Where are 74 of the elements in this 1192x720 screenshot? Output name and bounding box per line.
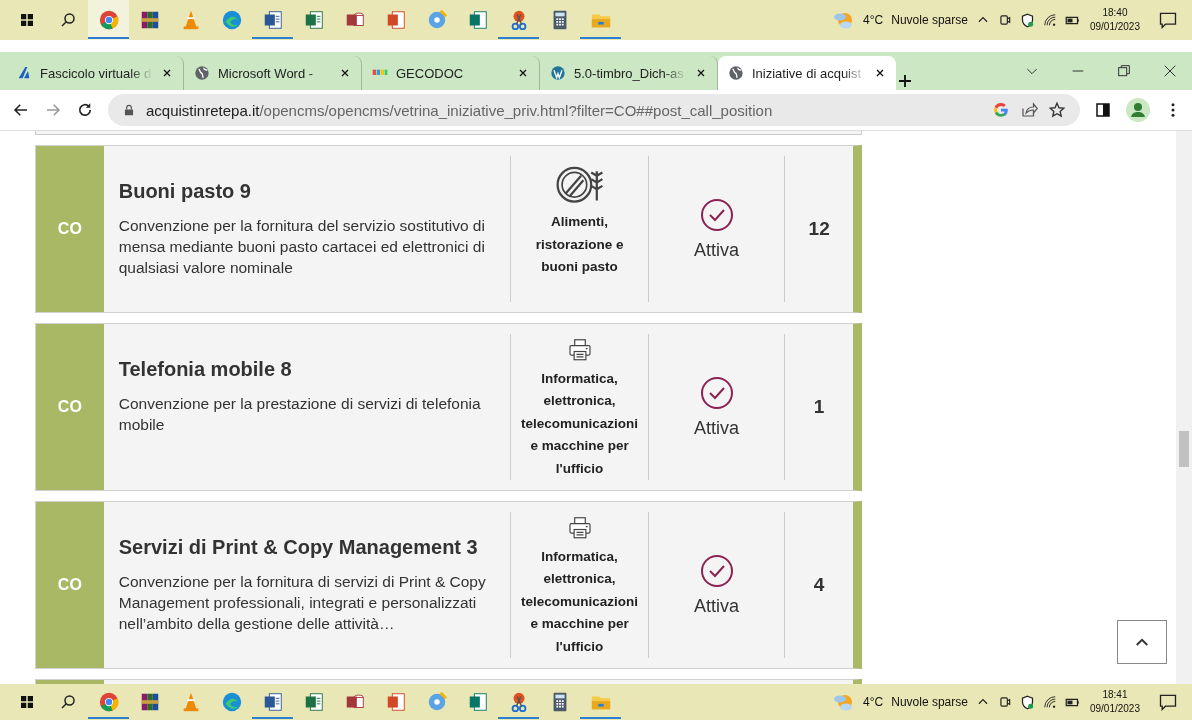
- lock-icon[interactable]: [122, 103, 136, 117]
- status-label: Attiva: [694, 595, 740, 617]
- close-icon[interactable]: [517, 67, 529, 79]
- temperature-text: 4°C: [863, 695, 884, 709]
- initiative-description: Convenzione per la prestazione di servizi di telefonia mobile: [118, 394, 482, 435]
- type-code: CO: [36, 324, 104, 490]
- shield-icon[interactable]: [1019, 12, 1035, 28]
- category-label: Informatica, elettronica, telecomunicazioni e macchine per l'ufficio: [520, 547, 640, 656]
- address-bar[interactable]: acquistinretepa.it/opencms/opencms/vetrina_iniziative_priv.html?filter=CO##post_call_position: [108, 94, 1080, 126]
- wordpress-logo-icon[interactable]: [550, 65, 566, 81]
- webcam-icon[interactable]: [997, 695, 1012, 709]
- new-tab-icon[interactable]: [896, 72, 914, 90]
- swoosh-logo-icon[interactable]: [16, 65, 32, 81]
- weather-text: Nuvole sparse: [891, 13, 968, 27]
- close-icon[interactable]: [695, 67, 707, 79]
- initiative-title[interactable]: Telefonia mobile 8: [118, 358, 497, 381]
- browser-tab[interactable]: Iniziative di acquist: [718, 56, 896, 90]
- date-text: 09/01/2023: [1089, 702, 1140, 716]
- wave-icon[interactable]: [220, 691, 243, 713]
- count-value: 4: [813, 574, 825, 596]
- check-circle-icon: [699, 375, 734, 410]
- wifi-icon[interactable]: [1042, 695, 1057, 709]
- wave-icon[interactable]: [220, 9, 243, 31]
- forward-arrow-icon[interactable]: [44, 101, 62, 119]
- taskbar-app[interactable]: [88, 0, 129, 40]
- side-panel-icon[interactable]: [1094, 101, 1112, 119]
- category-label: Alimenti, ristorazione e buoni pasto: [534, 213, 625, 276]
- status-label: Attiva: [694, 239, 740, 261]
- date-text: 09/01/2023: [1089, 20, 1140, 34]
- time-text: 18:40: [1102, 6, 1128, 20]
- wifi-icon[interactable]: [1042, 13, 1057, 27]
- time-text: 18:41: [1102, 688, 1128, 702]
- initiative-description: Convenzione per la fornitura di servizi di Print & Copy Management professionali, integrati e personalizzati nell’ambito della gestione delle attività…: [118, 572, 487, 634]
- scrollbar[interactable]: [1176, 131, 1192, 684]
- category-label: Informatica, elettronica, telecomunicazioni e macchine per l'ufficio: [520, 369, 640, 478]
- close-icon[interactable]: [874, 67, 886, 79]
- tab-title: Microsoft Word -: [218, 65, 315, 81]
- globe-icon[interactable]: [194, 65, 210, 81]
- clock[interactable]: 18:41 09/01/2023: [1089, 688, 1140, 716]
- temperature-text: 4°C: [863, 13, 884, 27]
- share-icon[interactable]: [1020, 101, 1038, 119]
- tab-title: Fascicolo virtuale d: [40, 65, 153, 81]
- url-text: acquistinretepa.it/opencms/opencms/vetrina_iniziative_priv.html?filter=CO##post_call_position: [146, 101, 774, 119]
- google-icon[interactable]: [992, 101, 1010, 119]
- globe-icon[interactable]: [728, 65, 744, 81]
- type-code: CO: [36, 502, 104, 668]
- clock[interactable]: 18:40 09/01/2023: [1089, 6, 1140, 34]
- profile-avatar-icon[interactable]: [1126, 98, 1150, 122]
- browser-icon[interactable]: [97, 691, 120, 713]
- tab-title: Iniziative di acquist: [752, 65, 863, 81]
- initiative-description: Convenzione per la fornitura del servizio sostitutivo di mensa mediante buoni pasto cartacei ed elettronici di qualsiasi valore nominale: [118, 216, 486, 278]
- shield-icon[interactable]: [1019, 694, 1035, 710]
- close-icon[interactable]: [161, 67, 173, 79]
- star-icon[interactable]: [1048, 101, 1066, 119]
- reload-icon[interactable]: [76, 101, 94, 119]
- webcam-icon[interactable]: [997, 13, 1012, 27]
- close-icon[interactable]: [339, 67, 351, 79]
- check-circle-icon: [699, 553, 734, 588]
- check-circle-icon: [699, 197, 734, 232]
- back-arrow-icon[interactable]: [12, 101, 30, 119]
- initiative-title[interactable]: Buoni pasto 9: [118, 180, 497, 203]
- type-code: CO: [36, 146, 104, 312]
- weather-text: Nuvole sparse: [891, 695, 968, 709]
- tab-title: GECODOC: [396, 65, 465, 81]
- status-label: Attiva: [694, 417, 740, 439]
- notification-icon[interactable]: [1158, 692, 1178, 712]
- close-icon[interactable]: [1162, 63, 1178, 79]
- tab-title: 5.0-timbro_Dich-as: [574, 65, 685, 81]
- count-value: 1: [813, 396, 825, 418]
- notification-icon[interactable]: [1158, 10, 1178, 30]
- browser-icon[interactable]: [97, 9, 120, 31]
- restore-icon[interactable]: [1116, 63, 1132, 79]
- initiative-title[interactable]: Servizi di Print & Copy Management 3: [118, 536, 497, 559]
- count-value: 12: [808, 218, 830, 240]
